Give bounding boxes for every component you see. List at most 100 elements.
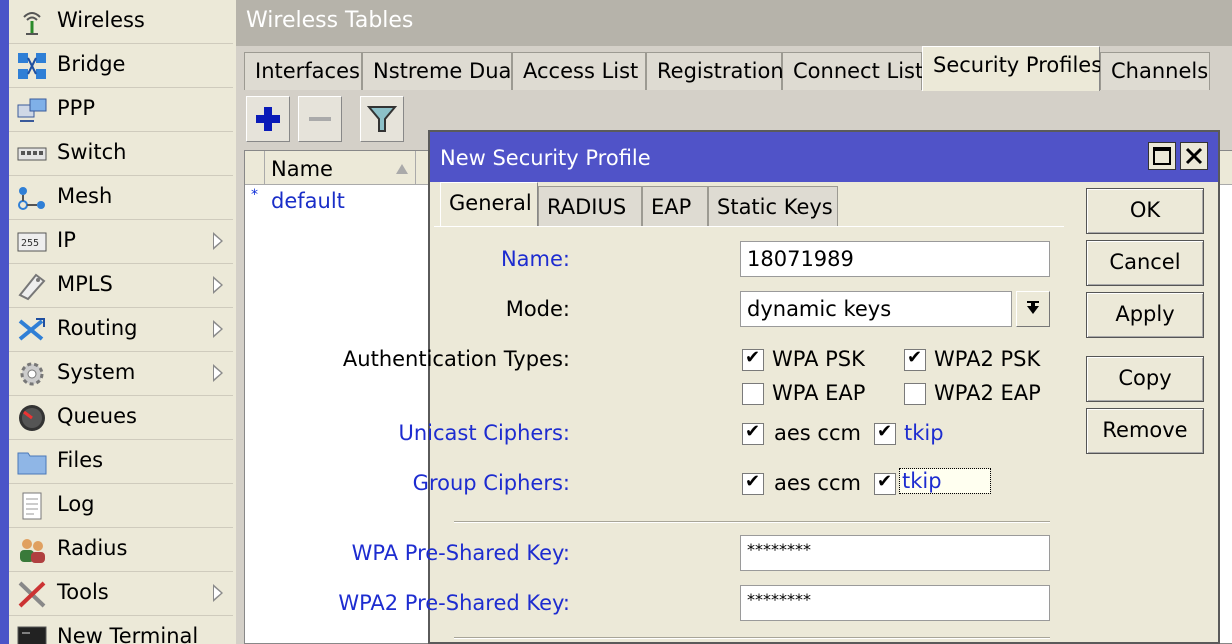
- sidebar-item-routing[interactable]: Routing: [9, 308, 233, 352]
- submenu-arrow-icon: [213, 276, 223, 294]
- submenu-arrow-icon: [213, 364, 223, 382]
- sidebar-item-queues[interactable]: Queues: [9, 396, 233, 440]
- sidebar-item-switch[interactable]: Switch: [9, 132, 233, 176]
- sidebar-item-bridge[interactable]: Bridge: [9, 44, 233, 88]
- sidebar-item-tools[interactable]: Tools: [9, 572, 233, 616]
- wpa2-eap-checkbox[interactable]: [904, 383, 926, 405]
- name-field[interactable]: 18071989: [740, 241, 1050, 277]
- submenu-arrow-icon: [213, 584, 223, 602]
- sidebar-item-label: Switch: [57, 140, 127, 164]
- tab-eap[interactable]: EAP: [642, 186, 708, 226]
- sidebar-item-ppp[interactable]: PPP: [9, 88, 233, 132]
- log-document-icon: [22, 492, 42, 520]
- sidebar-item-label: PPP: [57, 96, 95, 120]
- cancel-button[interactable]: Cancel: [1086, 240, 1204, 286]
- sidebar-item-mpls[interactable]: MPLS: [9, 264, 233, 308]
- mode-dropdown-button[interactable]: [1016, 291, 1050, 327]
- mpls-icon: [18, 273, 46, 301]
- sidebar-item-label: Mesh: [57, 184, 113, 208]
- group-aes-ccm-label: aes ccm: [774, 471, 861, 495]
- copy-button[interactable]: Copy: [1086, 356, 1204, 402]
- maximize-button[interactable]: [1148, 142, 1176, 170]
- wireless-antenna-icon: [23, 12, 41, 35]
- sidebar-item-mesh[interactable]: Mesh: [9, 176, 233, 220]
- sidebar-item-radius[interactable]: Radius: [9, 528, 233, 572]
- window-titlebar: Wireless Tables: [236, 0, 1232, 46]
- tab-registration[interactable]: Registration: [646, 52, 784, 90]
- tab-radius[interactable]: RADIUS: [538, 186, 642, 226]
- wpa-psk-checkbox[interactable]: [742, 347, 764, 371]
- tab-nstreme-dual[interactable]: Nstreme Dual: [362, 52, 517, 90]
- mode-label: Mode:: [505, 297, 570, 321]
- sidebar-item-label: Bridge: [57, 52, 126, 76]
- tab-access-list[interactable]: Access List: [512, 52, 646, 90]
- group-aes-ccm-checkbox[interactable]: [742, 471, 764, 495]
- wpa-eap-checkbox[interactable]: [742, 383, 764, 405]
- wpa2-psk-key-label: WPA2 Pre-Shared Key:: [338, 591, 570, 615]
- tab-security-profiles[interactable]: Security Profiles: [922, 46, 1102, 91]
- group-tkip-checkbox[interactable]: [874, 471, 896, 495]
- sidebar: Wireless Bridge PPP Switch Mesh 255 IP M…: [0, 0, 236, 644]
- ip-icon: 255: [17, 232, 47, 252]
- maximize-icon: [1153, 147, 1171, 165]
- filter-button[interactable]: [360, 96, 404, 142]
- tools-icon: [18, 581, 46, 608]
- dropdown-arrow-icon: [1027, 301, 1039, 314]
- queues-gauge-icon: [19, 405, 45, 431]
- sidebar-item-new-terminal[interactable]: New Terminal: [9, 616, 233, 644]
- unicast-aes-ccm-label: aes ccm: [774, 421, 861, 445]
- sidebar-item-label: Log: [57, 492, 95, 516]
- wpa-eap-label: WPA EAP: [772, 381, 866, 405]
- column-divider: [415, 151, 425, 185]
- tab-interfaces[interactable]: Interfaces: [244, 52, 362, 90]
- terminal-icon: [17, 626, 47, 644]
- tab-static-keys[interactable]: Static Keys: [708, 186, 838, 226]
- table-row[interactable]: default: [271, 189, 345, 213]
- wpa2-psk-label: WPA2 PSK: [934, 347, 1041, 371]
- wpa-psk-key-field[interactable]: ********: [740, 535, 1050, 571]
- wpa2-eap-label: WPA2 EAP: [934, 381, 1041, 405]
- bridge-icon: [18, 53, 46, 79]
- routing-icon: [18, 318, 45, 341]
- wpa2-psk-checkbox[interactable]: [904, 347, 926, 371]
- close-button[interactable]: [1180, 142, 1208, 170]
- column-header-name[interactable]: Name: [271, 157, 333, 181]
- sidebar-item-label: MPLS: [57, 272, 113, 296]
- window-title: Wireless Tables: [246, 8, 414, 33]
- add-icon: [256, 107, 280, 131]
- wpa-psk-key-label: WPA Pre-Shared Key:: [351, 541, 570, 565]
- tab-general[interactable]: General: [440, 182, 538, 227]
- section-divider: [454, 521, 1050, 523]
- remove-profile-button[interactable]: Remove: [1086, 408, 1204, 454]
- sidebar-item-files[interactable]: Files: [9, 440, 233, 484]
- sidebar-item-system[interactable]: System: [9, 352, 233, 396]
- sidebar-item-ip[interactable]: 255 IP: [9, 220, 233, 264]
- group-tkip-label: tkip: [899, 468, 991, 494]
- remove-button[interactable]: [298, 96, 342, 142]
- unicast-aes-ccm-checkbox[interactable]: [742, 421, 764, 445]
- unicast-tkip-checkbox[interactable]: [874, 421, 896, 445]
- sidebar-item-label: Files: [57, 448, 104, 472]
- tab-connect-list[interactable]: Connect List: [782, 52, 923, 90]
- sidebar-item-wireless[interactable]: Wireless: [9, 0, 233, 44]
- auth-types-label: Authentication Types:: [342, 347, 570, 371]
- add-button[interactable]: [246, 96, 290, 142]
- close-icon: [1185, 147, 1203, 165]
- mode-select[interactable]: dynamic keys: [740, 291, 1012, 327]
- ok-button[interactable]: OK: [1086, 188, 1204, 234]
- sidebar-item-log[interactable]: Log: [9, 484, 233, 528]
- wpa2-psk-key-field[interactable]: ********: [740, 585, 1050, 621]
- group-ciphers-label: Group Ciphers:: [412, 471, 570, 495]
- submenu-arrow-icon: [213, 320, 223, 338]
- folder-icon: [17, 452, 47, 475]
- name-label: Name:: [500, 247, 570, 271]
- ppp-icon: [17, 98, 47, 122]
- apply-button[interactable]: Apply: [1086, 292, 1204, 338]
- tab-channels[interactable]: Channels: [1100, 52, 1210, 90]
- sort-ascending-icon: [396, 164, 408, 174]
- remove-icon: [309, 117, 331, 121]
- switch-icon: [17, 147, 47, 161]
- sidebar-item-label: Tools: [57, 580, 109, 604]
- users-icon: [20, 539, 45, 563]
- sidebar-item-label: Queues: [57, 404, 137, 428]
